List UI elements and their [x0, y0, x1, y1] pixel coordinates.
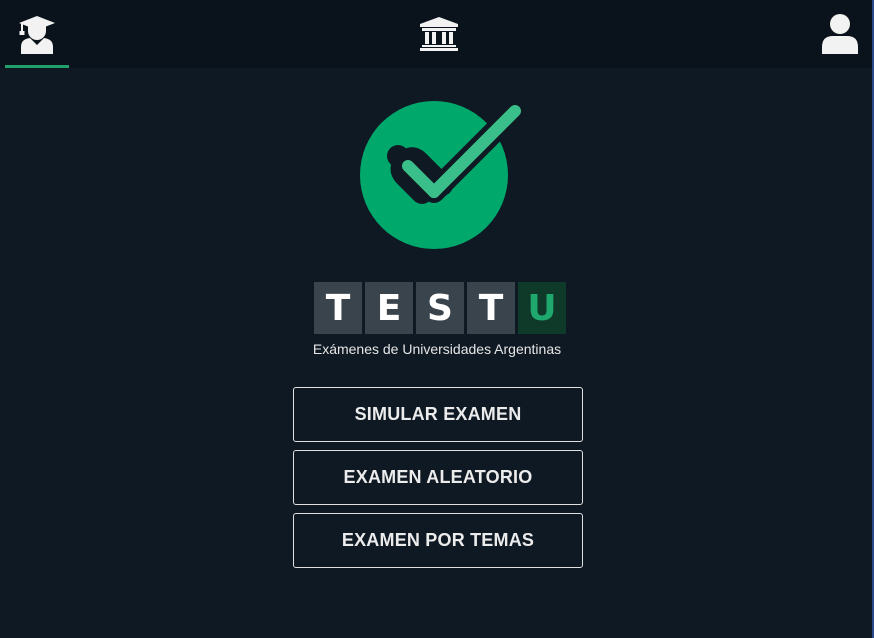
- active-tab-indicator: [5, 65, 69, 68]
- random-exam-button[interactable]: EXAMEN ALEATORIO: [293, 450, 583, 505]
- graduate-icon: [19, 16, 55, 54]
- app-window: T E S T U Exámenes de Universidades Arge…: [0, 0, 874, 638]
- tab-universities[interactable]: [406, 0, 472, 68]
- top-navigation-bar: [0, 0, 872, 68]
- testu-wordmark: T E S T U: [314, 282, 566, 334]
- tab-home[interactable]: [5, 0, 69, 68]
- wordmark-letter: T: [314, 282, 362, 334]
- tagline: Exámenes de Universidades Argentinas: [312, 341, 562, 357]
- tab-profile[interactable]: [808, 0, 872, 68]
- wordmark-letter: E: [365, 282, 413, 334]
- wordmark-letter: S: [416, 282, 464, 334]
- topics-exam-button[interactable]: EXAMEN POR TEMAS: [293, 513, 583, 568]
- wordmark-letter-accent: U: [518, 282, 566, 334]
- user-icon: [822, 14, 858, 54]
- university-icon: [420, 17, 458, 51]
- simulate-exam-button[interactable]: SIMULAR EXAMEN: [293, 387, 583, 442]
- check-logo-icon: [360, 101, 524, 249]
- wordmark-letter: T: [467, 282, 515, 334]
